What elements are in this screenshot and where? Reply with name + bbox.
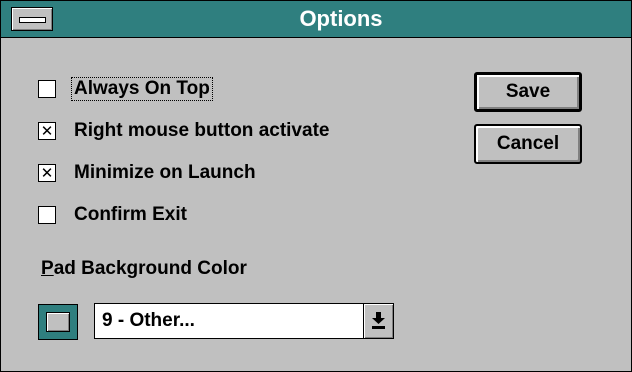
save-button[interactable]: Save [474,72,582,112]
label-text: ad Background Color [53,258,247,279]
title-bar[interactable]: Options [1,1,631,38]
color-swatch-face [46,312,70,332]
option-label[interactable]: Confirm Exit [72,204,189,226]
option-minimize-on-launch[interactable]: ✕ Minimize on Launch [38,160,258,186]
color-swatch-button[interactable] [38,304,78,340]
pad-background-color-label: Pad Background Color [41,258,247,280]
option-label[interactable]: Always On Top [71,77,213,101]
checkbox-confirm-exit[interactable] [38,206,56,224]
option-always-on-top[interactable]: Always On Top [38,76,213,102]
system-menu-bar [19,17,46,23]
checkbox-minimize-on-launch[interactable]: ✕ [38,164,56,182]
mnemonic-letter: P [41,258,54,279]
system-menu-icon[interactable] [11,7,53,31]
window-title: Options [299,6,383,31]
checkbox-right-mouse-activate[interactable]: ✕ [38,122,56,140]
option-label[interactable]: Minimize on Launch [72,162,258,184]
option-confirm-exit[interactable]: Confirm Exit [38,202,189,228]
cancel-button[interactable]: Cancel [474,124,582,164]
dropdown-arrow-icon[interactable] [363,304,393,338]
background-color-dropdown[interactable]: 9 - Other... [94,303,394,339]
option-label[interactable]: Right mouse button activate [72,120,331,142]
options-dialog: Options Always On Top ✕ Right mouse butt… [0,0,632,372]
option-right-mouse-activate[interactable]: ✕ Right mouse button activate [38,118,331,144]
checkbox-always-on-top[interactable] [38,80,56,98]
down-arrow-icon [372,312,385,329]
dropdown-selected-value: 9 - Other... [102,310,195,331]
